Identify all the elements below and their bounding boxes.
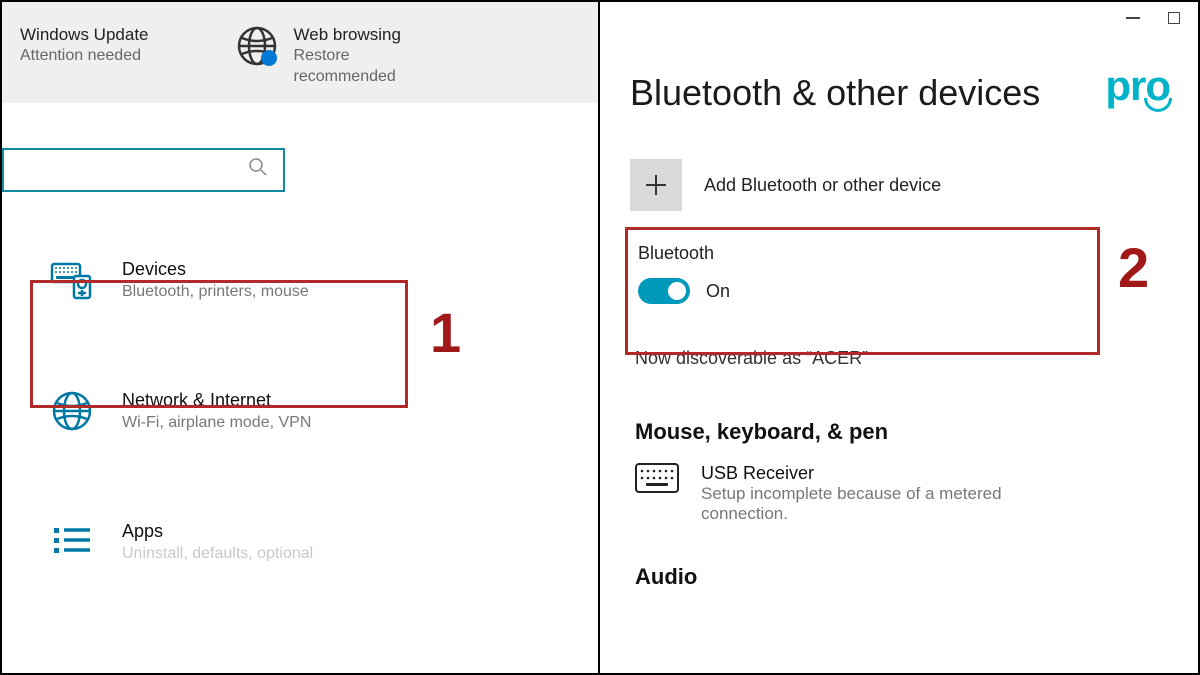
shortcut-web-browsing[interactable]: Web browsing Restore recommended <box>217 24 419 88</box>
minimize-button[interactable] <box>1126 17 1140 19</box>
category-sub: Uninstall, defaults, optional <box>122 545 313 563</box>
category-title: Apps <box>122 521 313 542</box>
window-controls <box>1126 12 1180 24</box>
category-apps[interactable]: Apps Uninstall, defaults, optional <box>40 504 598 580</box>
settings-home-pane: Windows Update Attention needed Web brow… <box>2 2 600 673</box>
toggle-state-label: On <box>706 281 730 302</box>
category-network[interactable]: Network & Internet Wi-Fi, airplane mode,… <box>40 373 598 449</box>
globe-icon <box>50 389 94 433</box>
maximize-button[interactable] <box>1168 12 1180 24</box>
annotation-marker-2: 2 <box>1118 235 1149 300</box>
search-input[interactable] <box>2 148 285 192</box>
shortcut-sub-1: Restore <box>294 46 401 67</box>
shortcut-subtitle: Attention needed <box>20 46 149 67</box>
bluetooth-settings-pane: pro Bluetooth & other devices Add Blueto… <box>600 2 1198 673</box>
category-devices[interactable]: Devices Bluetooth, printers, mouse <box>40 242 598 318</box>
category-text: Apps Uninstall, defaults, optional <box>122 521 313 563</box>
toggle-knob <box>668 282 686 300</box>
search-wrap <box>2 103 598 192</box>
pro-logo: pro <box>1105 62 1170 110</box>
category-sub: Bluetooth, printers, mouse <box>122 283 309 301</box>
toggle-row: On <box>638 278 1198 304</box>
keyboard-icon <box>635 463 679 493</box>
category-text: Devices Bluetooth, printers, mouse <box>122 259 309 301</box>
category-title: Devices <box>122 259 309 280</box>
shortcut-text: Web browsing Restore recommended <box>294 24 401 88</box>
bluetooth-toggle-section: Bluetooth On <box>630 231 1198 318</box>
section-heading-mkp: Mouse, keyboard, & pen <box>635 419 1198 445</box>
device-text: USB Receiver Setup incomplete because of… <box>701 463 1081 524</box>
add-device-button[interactable]: Add Bluetooth or other device <box>630 159 1198 211</box>
search-icon <box>248 157 268 182</box>
device-status: Setup incomplete because of a metered co… <box>701 484 1081 524</box>
shortcut-sub-2: recommended <box>294 67 401 88</box>
settings-category-list: Devices Bluetooth, printers, mouse Netwo… <box>2 192 598 580</box>
device-entry-usb-receiver[interactable]: USB Receiver Setup incomplete because of… <box>635 463 1198 524</box>
category-sub: Wi-Fi, airplane mode, VPN <box>122 414 311 432</box>
annotation-marker-1: 1 <box>430 300 461 365</box>
shortcut-title: Web browsing <box>294 24 401 46</box>
devices-icon <box>50 258 94 302</box>
shortcuts-bar: Windows Update Attention needed Web brow… <box>2 2 598 103</box>
list-icon <box>50 520 94 564</box>
shortcut-windows-update[interactable]: Windows Update Attention needed <box>2 24 167 88</box>
shortcut-title: Windows Update <box>20 24 149 46</box>
bluetooth-toggle[interactable] <box>638 278 690 304</box>
plus-icon <box>630 159 682 211</box>
category-title: Network & Internet <box>122 390 311 411</box>
shortcut-text: Windows Update Attention needed <box>20 24 149 67</box>
device-name: USB Receiver <box>701 463 1081 484</box>
discoverable-text: Now discoverable as “ACER” <box>635 348 1198 369</box>
bluetooth-label: Bluetooth <box>638 243 1198 264</box>
add-device-label: Add Bluetooth or other device <box>704 175 941 196</box>
section-heading-audio: Audio <box>635 564 1198 590</box>
category-text: Network & Internet Wi-Fi, airplane mode,… <box>122 390 311 432</box>
globe-icon <box>235 24 279 68</box>
